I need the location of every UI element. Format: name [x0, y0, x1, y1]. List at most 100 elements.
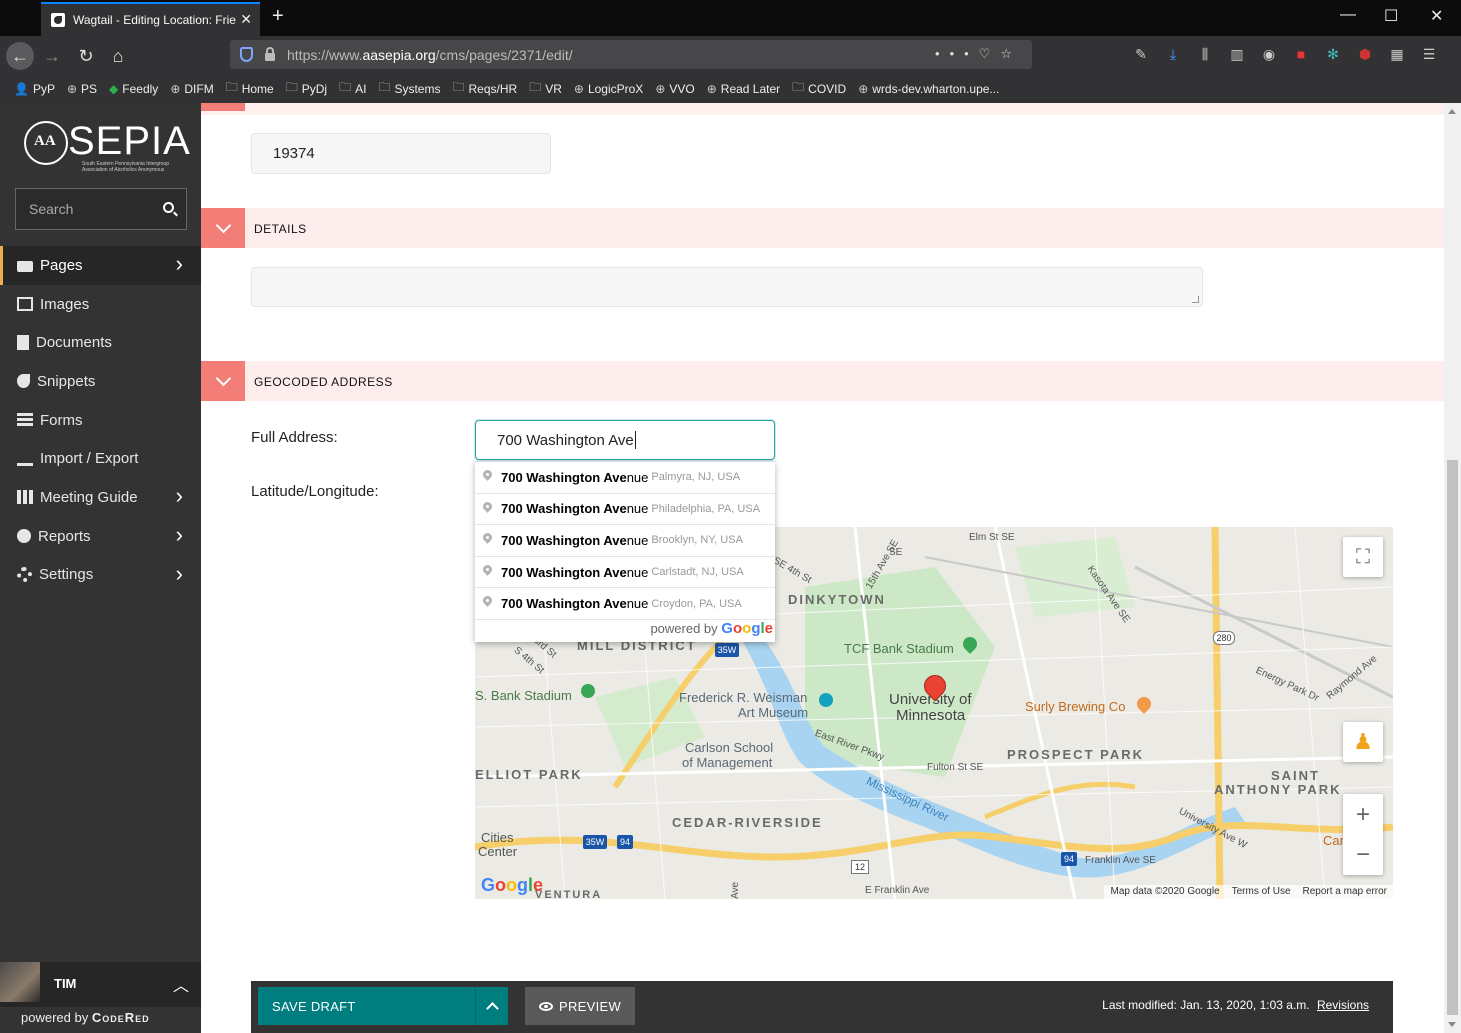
map-label-fulton-st: Fulton St SE [927, 762, 984, 773]
bookmark-item[interactable]: 🗀 AI [339, 78, 366, 99]
tab-close-icon[interactable]: ✕ [240, 11, 252, 28]
sidebar-item-documents[interactable]: Documents [0, 323, 201, 362]
sidebar-icon[interactable]: ▥ [1228, 46, 1246, 63]
sidebar: SEPIA South Eastern Pennsylvania Intergr… [0, 103, 201, 1033]
last-modified: Last modified: Jan. 13, 2020, 1:03 a.m. … [1102, 998, 1369, 1012]
zip-code-value: 19374 [273, 145, 315, 162]
bookmark-item[interactable]: ⊕ LogicProX [574, 82, 643, 96]
library-icon[interactable]: ⫼ [1196, 46, 1214, 63]
suggestion-matched-text: 700 Washington Ave [501, 596, 627, 612]
ublock-icon[interactable]: ⬢ [1356, 46, 1374, 63]
chevron-up-icon[interactable]: ︿ [173, 972, 189, 996]
full-address-input[interactable]: 700 Washington Ave [475, 420, 775, 460]
download-icon[interactable]: ⤓ [1164, 46, 1182, 63]
chevron-up-icon[interactable] [475, 987, 508, 1025]
maximize-icon[interactable]: ☐ [1384, 6, 1398, 26]
address-bar[interactable]: https://www.aasepia.org/cms/pages/2371/e… [230, 40, 1032, 69]
sidebar-item-reports[interactable]: Reports › [0, 517, 201, 556]
scrollbar-thumb[interactable] [1447, 460, 1458, 1015]
extension-icon[interactable]: ▦ [1388, 46, 1406, 63]
bookmark-item[interactable]: 👤 PyP [14, 82, 55, 96]
autocomplete-suggestion[interactable]: 700 Washington Ave nue Carlstadt, NJ, USA [475, 557, 775, 589]
sidebar-item-import-export[interactable]: Import / Export [0, 439, 201, 478]
sidebar-item-forms[interactable]: Forms [0, 401, 201, 440]
home-icon[interactable]: ⌂ [104, 42, 132, 70]
wrench-icon[interactable]: ✎ [1132, 46, 1150, 63]
browser-tab-active[interactable]: Wagtail - Editing Location: Frie ✕ [41, 2, 260, 36]
map-data-credit: Map data ©2020 Google [1110, 886, 1220, 897]
sidebar-item-settings[interactable]: Settings › [0, 556, 201, 595]
autocomplete-suggestion[interactable]: 700 Washington Ave nue Brooklyn, NY, USA [475, 525, 775, 557]
terms-of-use-link[interactable]: Terms of Use [1232, 886, 1291, 899]
back-arrow-icon[interactable]: ← [6, 42, 34, 70]
zoom-out-button[interactable]: − [1356, 835, 1370, 875]
page-actions[interactable]: •••♡☆ [935, 46, 1022, 62]
latlng-label: Latitude/Longitude: [251, 483, 379, 500]
bookmark-item[interactable]: ⊕ wrds-dev.wharton.upe... [858, 82, 999, 96]
autocomplete-suggestion[interactable]: 700 Washington Ave nue Croydon, PA, USA [475, 588, 775, 620]
hamburger-menu-icon[interactable]: ☰ [1420, 46, 1438, 63]
revisions-link[interactable]: Revisions [1317, 998, 1369, 1012]
browser-toolbar-icons: ✎ ⤓ ⫼ ▥ ◉ ■ ✻ ⬢ ▦ ☰ [1132, 46, 1438, 63]
bookmark-item[interactable]: 🗀 VR [529, 78, 562, 99]
powered-by-codered[interactable]: powered by CodeRed [21, 1010, 150, 1025]
save-draft-button[interactable]: SAVE DRAFT [258, 987, 475, 1025]
react-devtools-icon[interactable]: ✻ [1324, 46, 1342, 63]
forward-arrow-icon[interactable]: → [38, 42, 66, 70]
tab-title: Wagtail - Editing Location: Frie [73, 13, 236, 27]
bookmark-item[interactable]: 🗀 Home [226, 78, 274, 99]
sidebar-item-pages[interactable]: Pages › [0, 246, 201, 285]
scroll-down-arrow-icon[interactable] [1448, 1022, 1456, 1027]
map-label-elm-st: Elm St SE [969, 532, 1015, 543]
google-map-logo[interactable]: Google [481, 875, 543, 896]
suggestion-locality: Croydon, PA, USA [651, 597, 742, 610]
lastpass-icon[interactable]: ■ [1292, 46, 1310, 63]
autocomplete-suggestion[interactable]: 700 Washington Ave nue Palmyra, NJ, USA [475, 462, 775, 494]
globe-icon: ⊕ [170, 81, 181, 96]
bookmark-item[interactable]: ⊕ Read Later [707, 82, 780, 96]
suggestion-matched-text: 700 Washington Ave [501, 501, 627, 517]
globe-extension-icon[interactable]: ◉ [1260, 46, 1278, 63]
sepia-logo[interactable]: SEPIA South Eastern Pennsylvania Intergr… [24, 119, 190, 173]
zoom-in-button[interactable]: + [1356, 795, 1370, 835]
window-close-icon[interactable]: ✕ [1430, 6, 1443, 26]
tracking-shield-icon[interactable] [240, 47, 253, 62]
bookmark-label: COVID [808, 81, 847, 96]
search-icon[interactable] [163, 202, 174, 213]
sidebar-item-images[interactable]: Images [0, 285, 201, 324]
fullscreen-icon[interactable]: ⛶ [1343, 537, 1383, 577]
page-scrollbar[interactable] [1444, 103, 1461, 1033]
sidebar-item-meeting-guide[interactable]: Meeting Guide › [0, 478, 201, 517]
lock-icon[interactable] [265, 46, 275, 61]
bookmark-item[interactable]: 🗀 PyDj [286, 78, 327, 99]
highway-shield-94: 94 [1061, 852, 1077, 866]
report-map-error-link[interactable]: Report a map error [1303, 886, 1387, 899]
bookmark-item[interactable]: 🗀 Systems [378, 78, 440, 99]
bookmark-item[interactable]: ⊕ PS [67, 82, 97, 96]
bookmark-item[interactable]: ◆ Feedly [109, 82, 158, 96]
chevron-down-icon[interactable] [201, 361, 245, 401]
map-label-center: Center [478, 844, 518, 859]
chevron-right-icon: › [175, 251, 183, 276]
scroll-up-arrow-icon[interactable] [1448, 109, 1456, 114]
bookmark-item[interactable]: ⊕ DIFM [170, 82, 213, 96]
new-tab-icon[interactable]: + [272, 5, 284, 28]
pegman-icon[interactable]: ♟ [1343, 722, 1383, 762]
avatar[interactable] [0, 962, 40, 1002]
sidebar-item-snippets[interactable]: Snippets [0, 362, 201, 401]
bookmark-item[interactable]: ⊕ VVO [655, 82, 694, 96]
minimize-icon[interactable]: — [1340, 6, 1356, 24]
bookmark-item[interactable]: 🗀 COVID [792, 78, 846, 99]
details-textarea[interactable] [251, 267, 1203, 307]
user-account-bar[interactable]: TIM ︿ [0, 962, 201, 1007]
bookmark-item[interactable]: 🗀 Reqs/HR [452, 78, 517, 99]
museum-icon[interactable] [819, 693, 833, 707]
reload-icon[interactable]: ↻ [72, 42, 100, 70]
map-poi-stadium-icon[interactable] [581, 684, 595, 698]
zip-code-field[interactable]: 19374 [251, 133, 551, 174]
preview-button[interactable]: PREVIEW [525, 987, 635, 1025]
autocomplete-suggestion[interactable]: 700 Washington Ave nue Philadelphia, PA, U… [475, 494, 775, 526]
highway-shield-12: 12 [851, 860, 869, 874]
chevron-down-icon[interactable] [201, 208, 245, 248]
sidebar-search-input[interactable]: Search [15, 188, 187, 230]
